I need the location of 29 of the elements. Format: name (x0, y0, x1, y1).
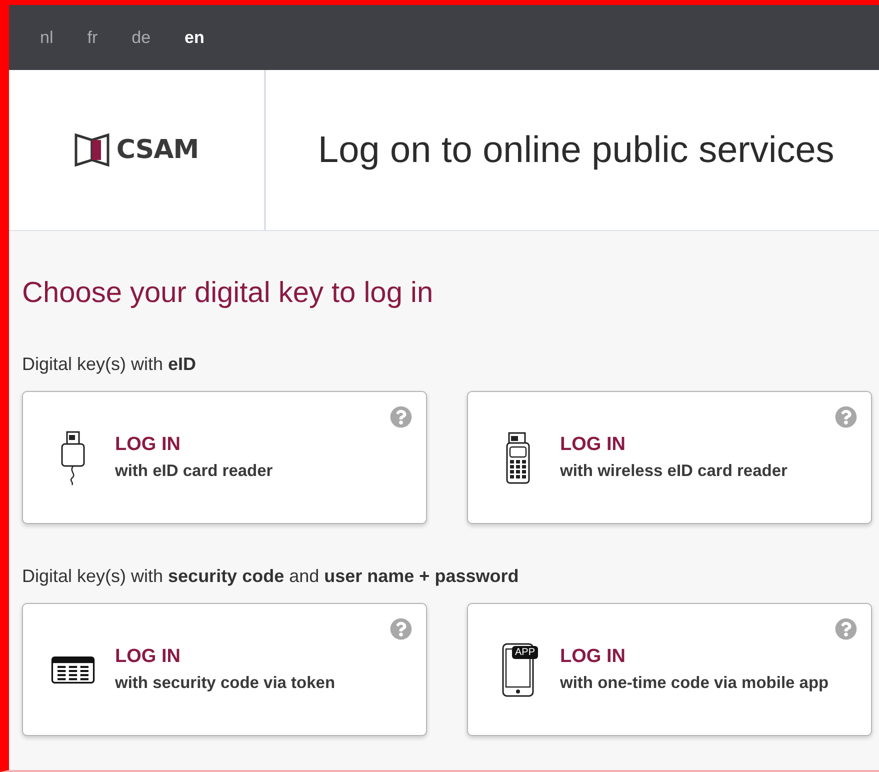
app-badge: APP (512, 646, 538, 658)
card-subtitle: with security code via token (115, 674, 336, 693)
help-icon[interactable] (390, 618, 412, 640)
key-group-label: Digital key(s) with eID (22, 354, 198, 375)
card-reader-icon (59, 430, 87, 486)
section-heading: Choose your digital key to log in (22, 277, 434, 310)
card-reader-icon (505, 430, 531, 484)
login-option-card[interactable]: LOG IN with eID card reader (22, 391, 427, 524)
language-link[interactable]: en (184, 28, 204, 48)
card-title: LOG IN (115, 434, 182, 456)
login-option-card[interactable]: APP LOG IN with one-time code via mobile app (467, 603, 872, 736)
card-subtitle: with eID card reader (115, 462, 273, 481)
card-subtitle: with wireless eID card reader (560, 462, 788, 481)
door-logo-icon (74, 132, 112, 168)
language-link[interactable]: de (132, 28, 151, 48)
help-icon[interactable] (835, 406, 857, 428)
card-title: LOG IN (560, 434, 626, 456)
logo-text: CSAM (116, 135, 199, 165)
login-option-card[interactable]: LOG IN with security code via token (22, 603, 427, 736)
language-link[interactable]: nl (40, 28, 54, 48)
page-title: Log on to online public services (318, 129, 834, 171)
card-subtitle: with one-time code via mobile app (560, 674, 829, 693)
card-title: LOG IN (115, 646, 182, 668)
help-icon[interactable] (390, 406, 412, 428)
login-option-card[interactable]: LOG IN with wireless eID card reader (467, 391, 872, 524)
language-link[interactable]: fr (87, 28, 98, 48)
help-icon[interactable] (835, 618, 857, 640)
card-title: LOG IN (560, 646, 626, 668)
key-group-label: Digital key(s) with security code and user name + password (22, 566, 520, 587)
